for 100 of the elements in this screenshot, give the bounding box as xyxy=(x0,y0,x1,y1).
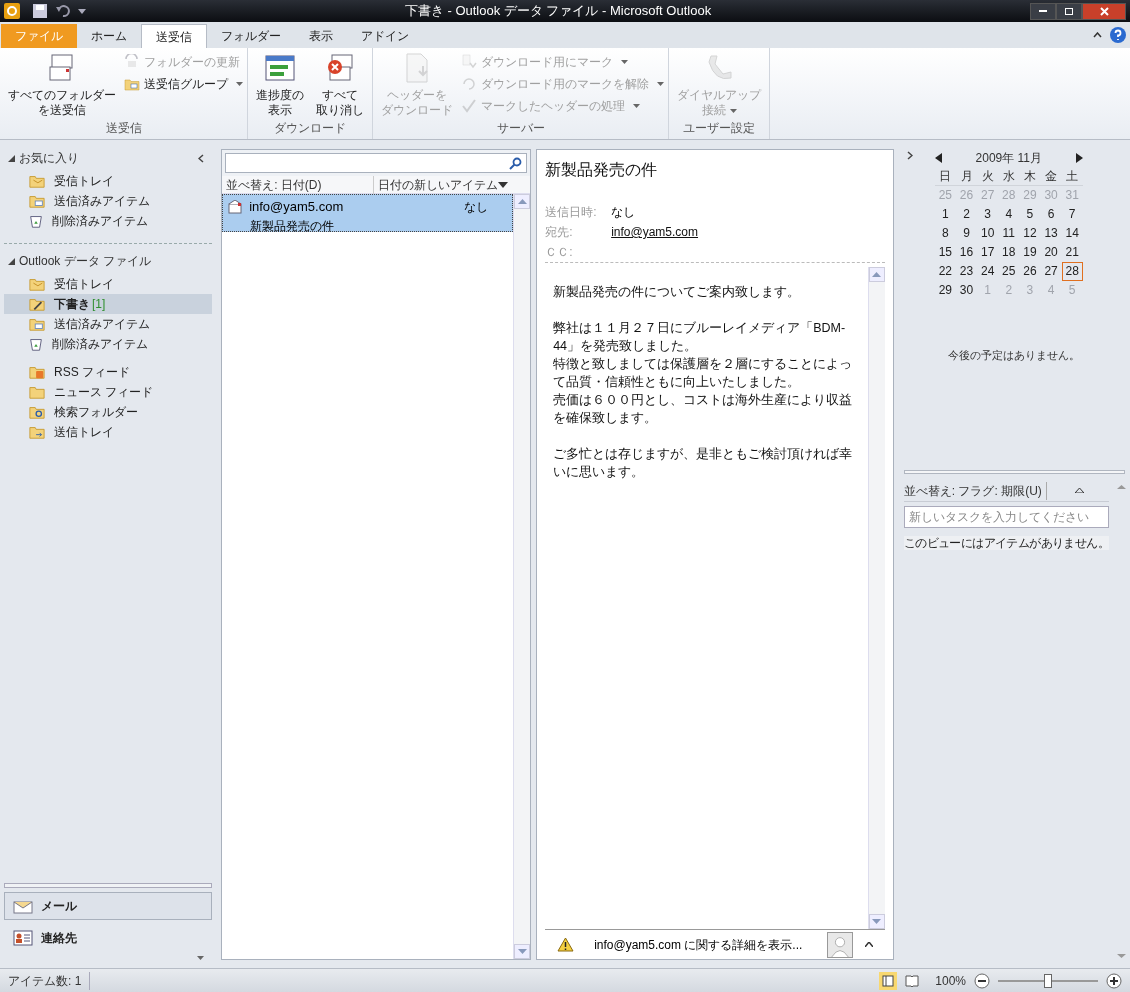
folder-item[interactable]: 受信トレイ xyxy=(4,274,213,294)
previous-month-icon[interactable] xyxy=(934,153,942,163)
calendar-day[interactable]: 4 xyxy=(998,205,1020,224)
zoom-out-icon[interactable] xyxy=(974,972,990,989)
next-month-icon[interactable] xyxy=(1075,153,1083,163)
expand-icon[interactable] xyxy=(906,151,913,160)
caret-icon xyxy=(197,956,205,960)
calendar-day[interactable]: 19 xyxy=(1019,243,1041,262)
close-icon xyxy=(1099,6,1109,16)
minimize-button[interactable] xyxy=(1030,2,1056,20)
sort-icon[interactable] xyxy=(1074,488,1084,493)
ribbon-tab[interactable]: ホーム xyxy=(77,24,141,48)
folder-item[interactable]: 受信トレイ xyxy=(4,171,213,191)
restore-button[interactable] xyxy=(1056,2,1082,20)
sort-dropdown-icon[interactable] xyxy=(498,181,509,188)
down-arrow-icon xyxy=(872,919,882,924)
ribbon-tab[interactable]: フォルダー xyxy=(207,24,295,48)
weekday-label: 日 xyxy=(938,168,953,185)
folder-item[interactable]: 削除済みアイテム xyxy=(4,211,213,231)
up-arrow-icon xyxy=(872,272,882,277)
calendar-day[interactable]: 11 xyxy=(998,224,1020,243)
folder-item[interactable]: 検索フォルダー xyxy=(4,402,213,422)
calendar-day[interactable]: 20 xyxy=(1040,243,1062,262)
ribbon-button[interactable]: すべて 取り消し xyxy=(312,52,368,119)
folder-item[interactable]: 送信トレイ xyxy=(4,422,213,442)
calendar-day[interactable]: 14 xyxy=(1061,224,1083,243)
calendar-day[interactable]: 2 xyxy=(955,205,978,224)
ribbon-tab[interactable]: 送受信 xyxy=(141,24,207,48)
field-label: 送信日時: xyxy=(545,204,598,221)
group-label: サーバー xyxy=(495,120,546,137)
expanded-icon[interactable] xyxy=(8,154,15,162)
people-pane-link[interactable]: info@yam5.com に関する詳細を表示... xyxy=(594,935,803,954)
calendar-day[interactable]: 21 xyxy=(1061,243,1083,262)
calendar-day[interactable]: 18 xyxy=(998,243,1020,262)
save-icon[interactable] xyxy=(32,3,48,19)
ribbon-tab[interactable]: アドイン xyxy=(347,24,423,48)
collapse-ribbon-icon[interactable] xyxy=(1093,32,1102,38)
folder-item[interactable]: 下書き [1] xyxy=(4,294,213,314)
calendar-day[interactable]: 13 xyxy=(1040,224,1062,243)
calendar-day[interactable]: 9 xyxy=(955,224,978,243)
body-text: 特徴と致しましては保護層を２層にすることによって品質・信頼性ともに向上いたしました。 xyxy=(553,356,854,391)
module-button[interactable]: 連絡先 xyxy=(4,924,213,952)
calendar-day[interactable]: 28 xyxy=(1061,262,1083,281)
close-button[interactable] xyxy=(1082,2,1126,20)
ribbon-button[interactable]: 進捗度の 表示 xyxy=(252,52,308,119)
customize-icon[interactable] xyxy=(78,8,86,14)
group-label: ダウンロード xyxy=(273,120,347,137)
calendar-day[interactable]: 12 xyxy=(1019,224,1041,243)
caret-icon xyxy=(729,108,737,113)
calendar-day[interactable]: 5 xyxy=(1019,205,1041,224)
calendar-day[interactable]: 25 xyxy=(998,262,1020,281)
expand-icon[interactable] xyxy=(864,942,873,947)
calendar-day[interactable]: 26 xyxy=(1019,262,1041,281)
calendar-day[interactable]: 23 xyxy=(955,262,978,281)
warning-icon xyxy=(557,937,575,952)
calendar-day[interactable]: 15 xyxy=(934,243,956,262)
recipient-link[interactable]: info@yam5.com xyxy=(611,223,699,241)
reading-view-icon[interactable] xyxy=(905,973,920,988)
folder-item[interactable]: 送信済みアイテム xyxy=(4,191,213,211)
folder-item[interactable]: ニュース フィード xyxy=(4,382,213,402)
calendar-day[interactable]: 7 xyxy=(1061,205,1083,224)
expanded-icon[interactable] xyxy=(8,257,15,265)
calendar-day[interactable]: 27 xyxy=(1040,262,1062,281)
calendar-day[interactable]: 6 xyxy=(1040,205,1062,224)
slider-thumb[interactable] xyxy=(1044,973,1052,988)
sort-label[interactable]: 並べ替え: 日付(D) xyxy=(222,175,375,194)
zoom-slider[interactable] xyxy=(998,973,1098,988)
calendar-day[interactable]: 24 xyxy=(977,262,999,281)
zoom-level: 100% xyxy=(935,972,966,990)
caret-icon xyxy=(621,60,628,64)
folder-item[interactable]: 送信済みアイテム xyxy=(4,314,213,334)
calendar-day[interactable]: 30 xyxy=(955,281,978,300)
ribbon-button[interactable]: すべてのフォルダー を送受信 xyxy=(4,52,120,119)
folder-item[interactable]: RSS フィード xyxy=(4,362,213,382)
message-subject: 新製品発売の件 xyxy=(544,160,659,180)
message-row[interactable]: info@yam5.com なし 新製品発売の件 xyxy=(222,194,514,232)
new-task-field[interactable]: 新しいタスクを入力してください xyxy=(903,506,1109,528)
up-arrow-icon xyxy=(517,199,527,204)
undo-icon[interactable] xyxy=(56,4,70,18)
collapse-icon[interactable] xyxy=(198,153,205,163)
group-label: ユーザー設定 xyxy=(682,120,756,137)
calendar-day[interactable]: 8 xyxy=(934,224,956,243)
task-sort-label[interactable]: 並べ替え: フラグ: 期限(U) xyxy=(903,481,1047,500)
help-icon[interactable] xyxy=(1110,27,1126,43)
folder-item[interactable]: 削除済みアイテム xyxy=(4,334,213,354)
calendar-day[interactable]: 22 xyxy=(934,262,956,281)
normal-view-icon[interactable] xyxy=(879,971,898,990)
calendar-day[interactable]: 16 xyxy=(955,243,978,262)
calendar-day[interactable]: 17 xyxy=(977,243,999,262)
ribbon-button[interactable]: 送受信グループ xyxy=(124,74,243,94)
module-button[interactable]: メール xyxy=(4,892,213,920)
sort-order[interactable]: 日付の新しいアイテム xyxy=(374,175,499,194)
app-icon[interactable] xyxy=(4,3,20,19)
search-field[interactable] xyxy=(225,153,528,173)
ribbon-tab[interactable]: 表示 xyxy=(295,24,347,48)
calendar-day[interactable]: 10 xyxy=(977,224,999,243)
calendar-day[interactable]: 29 xyxy=(934,281,956,300)
calendar-day[interactable]: 1 xyxy=(934,205,956,224)
calendar-day[interactable]: 3 xyxy=(977,205,999,224)
zoom-in-icon[interactable] xyxy=(1106,972,1122,989)
